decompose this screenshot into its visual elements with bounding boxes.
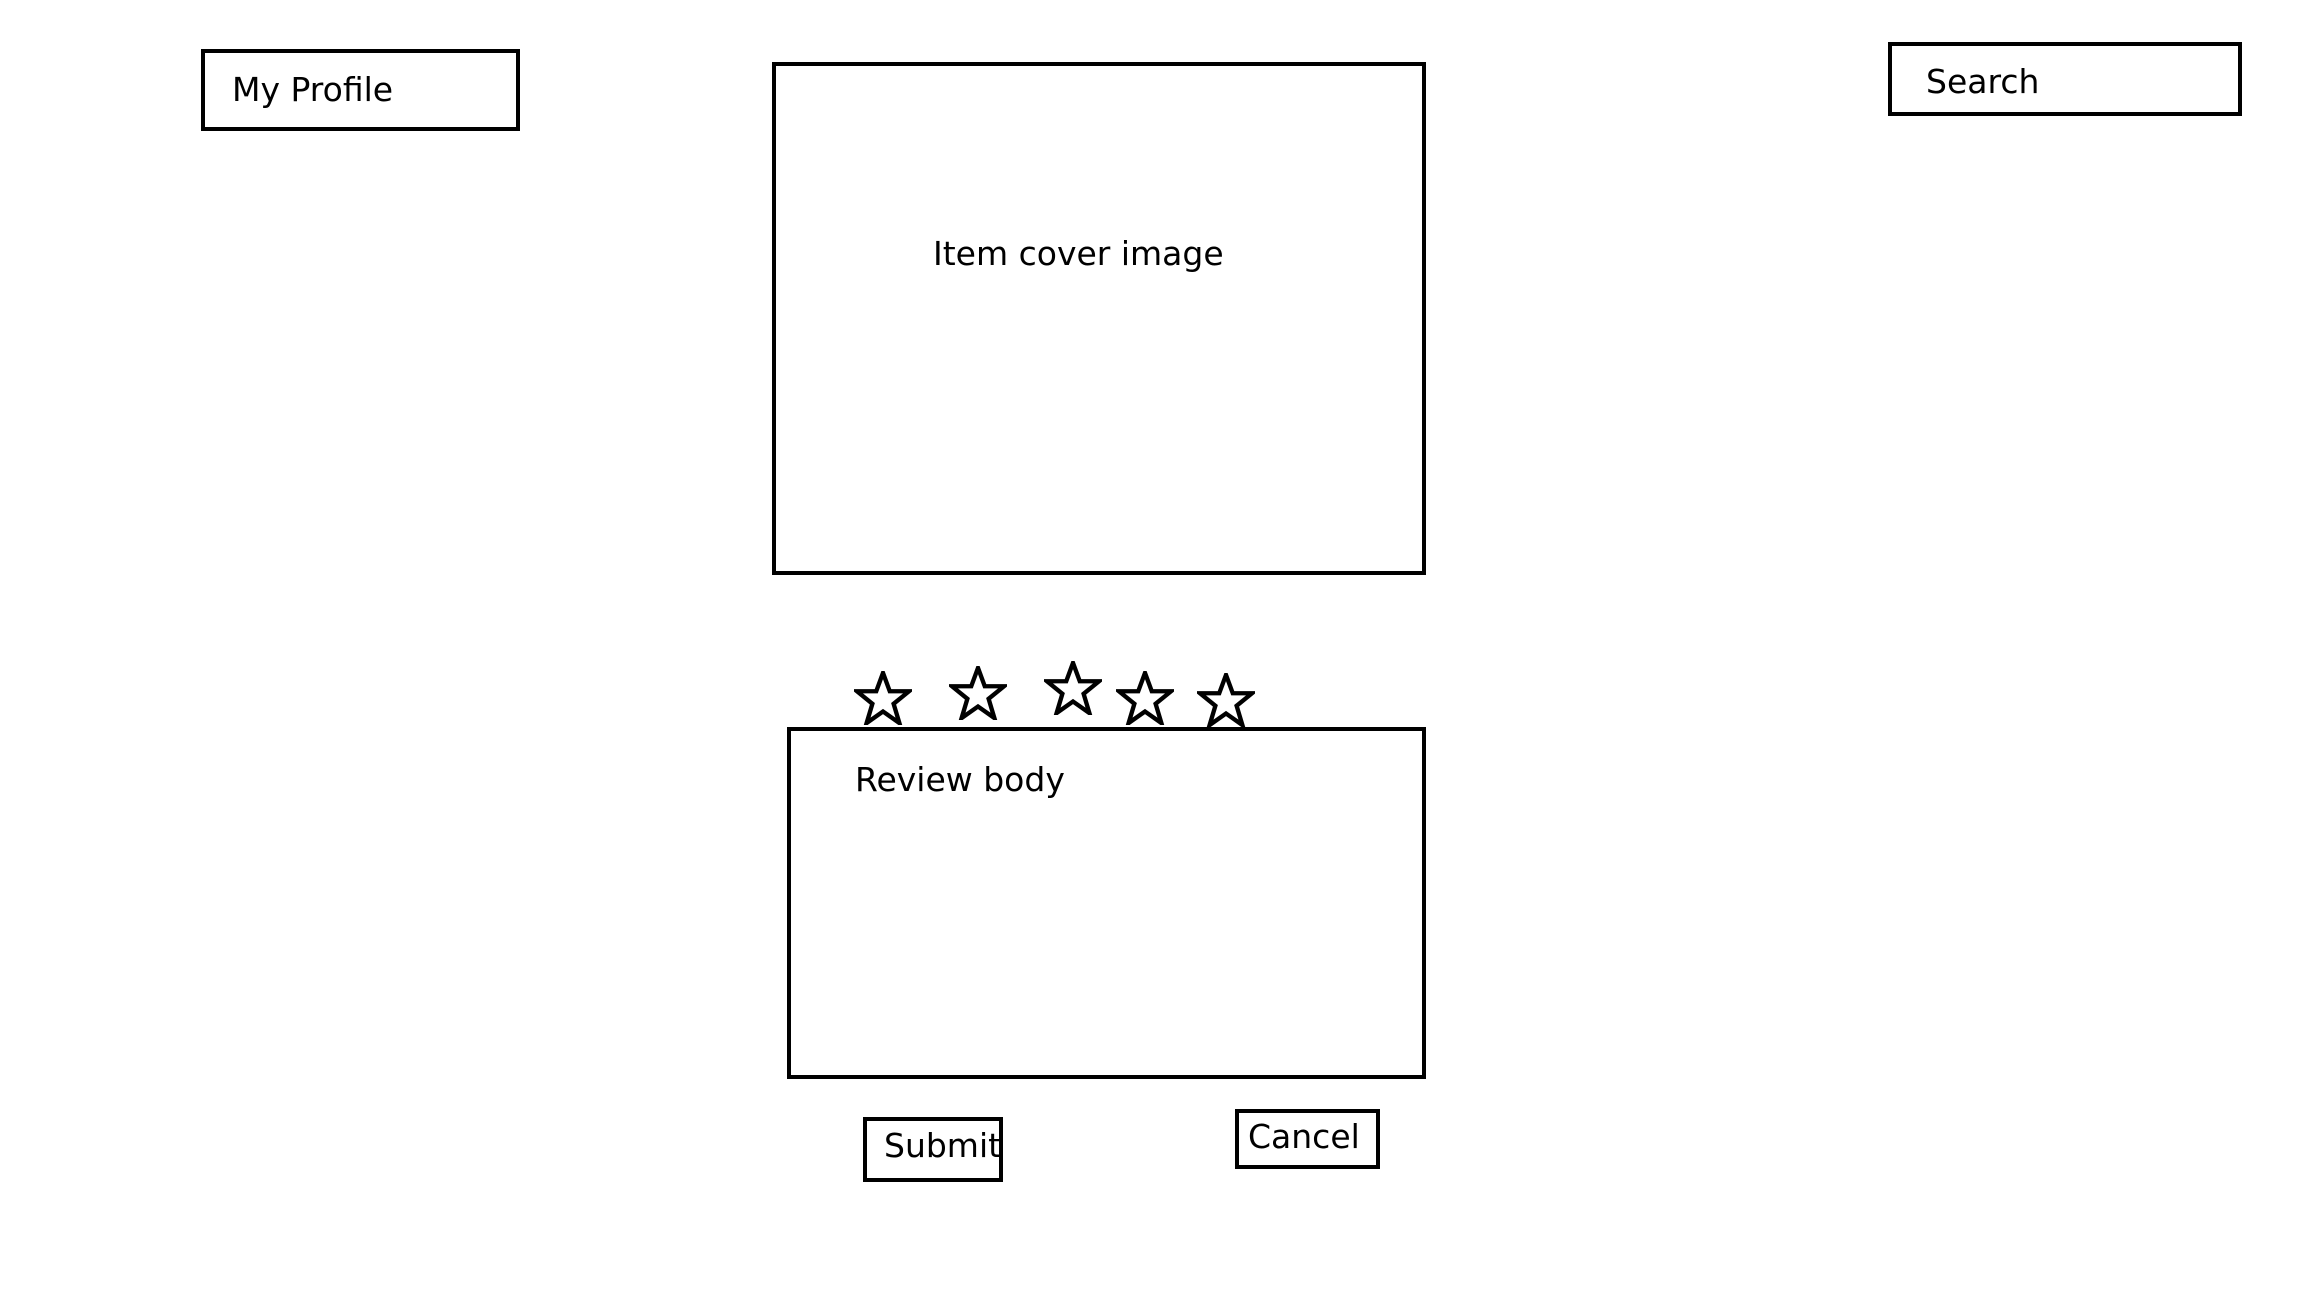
star-2-icon[interactable] — [949, 666, 1007, 720]
star-rating — [854, 660, 1264, 727]
star-5-icon[interactable] — [1197, 673, 1255, 727]
search-input[interactable]: Search — [1888, 42, 2242, 116]
item-cover-image: Item cover image — [772, 62, 1426, 575]
my-profile-button[interactable]: My Profile — [201, 49, 520, 131]
submit-button-label: Submit — [884, 1126, 1002, 1165]
review-body-field[interactable]: Review body — [787, 727, 1426, 1079]
review-body-placeholder: Review body — [855, 760, 1065, 799]
star-1-icon[interactable] — [854, 671, 912, 725]
star-3-icon[interactable] — [1044, 661, 1102, 715]
cancel-button[interactable]: Cancel — [1235, 1109, 1380, 1169]
star-4-icon[interactable] — [1116, 671, 1174, 725]
search-label: Search — [1926, 62, 2040, 101]
item-cover-image-label: Item cover image — [933, 234, 1224, 273]
submit-button[interactable]: Submit — [863, 1117, 1003, 1182]
cancel-button-label: Cancel — [1248, 1117, 1360, 1156]
my-profile-label: My Profile — [232, 70, 394, 109]
